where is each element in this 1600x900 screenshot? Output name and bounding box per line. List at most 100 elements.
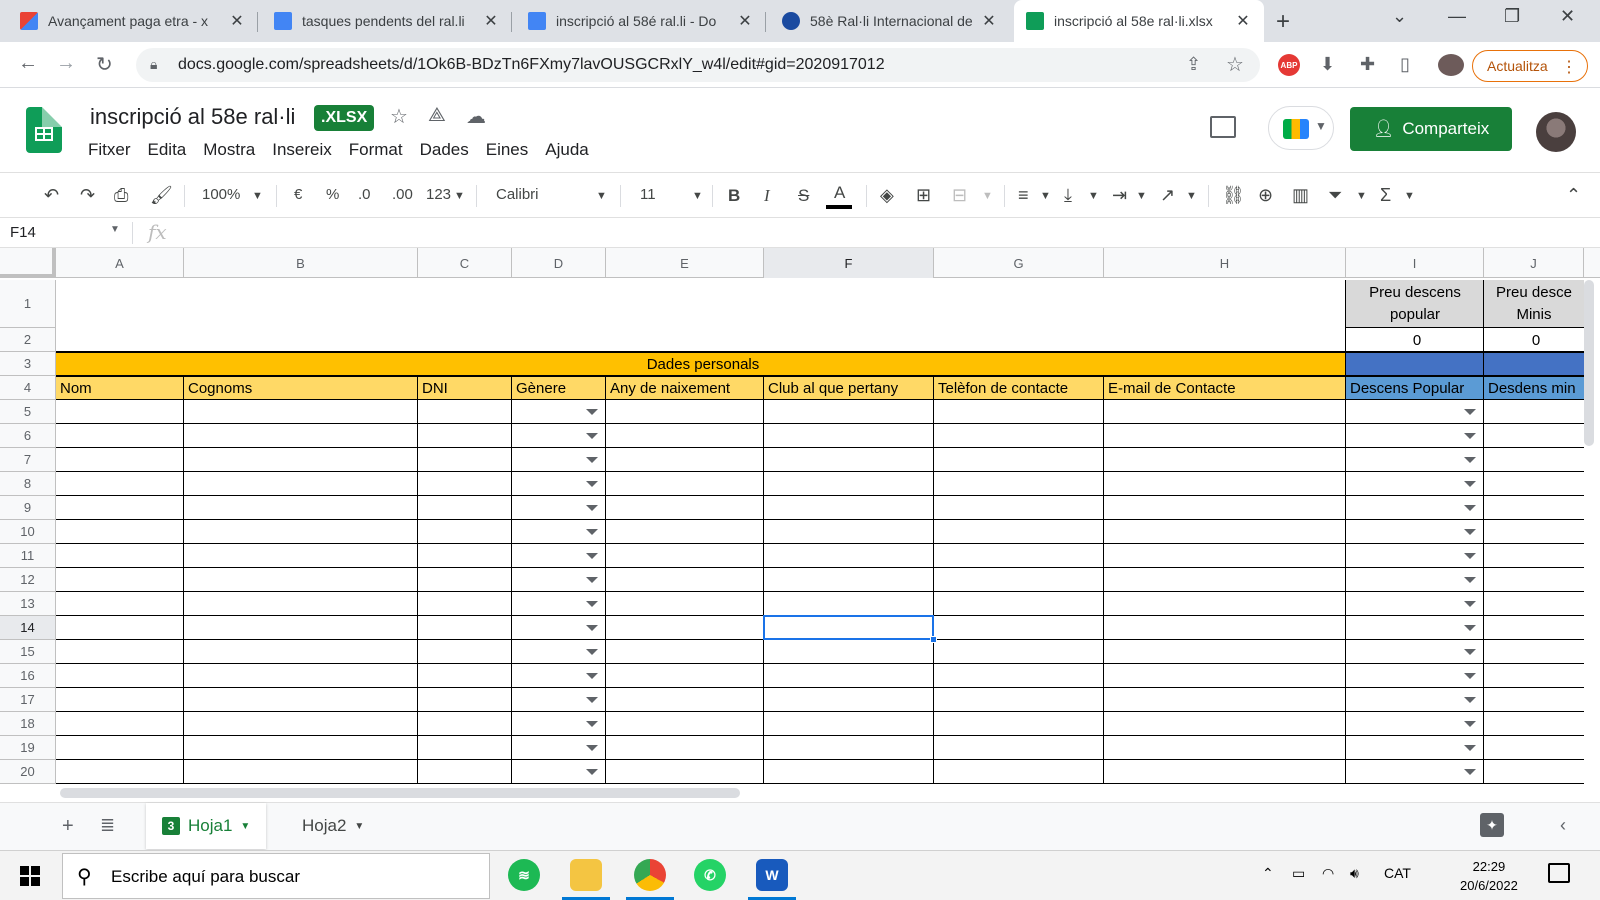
chevron-down-icon[interactable]: ▼ <box>1404 190 1415 202</box>
document-title[interactable]: inscripció al 58e ral·li <box>90 104 295 130</box>
selected-cell[interactable] <box>763 615 934 640</box>
row-header-18[interactable]: 18 <box>0 712 56 736</box>
row-header-3[interactable]: 3 <box>0 352 56 376</box>
taskbar-search[interactable]: ⚲ Escribe aquí para buscar <box>62 853 490 899</box>
currency-format[interactable]: € <box>294 186 302 203</box>
volume-icon[interactable]: 🔊︎ <box>1350 865 1359 882</box>
chevron-down-icon[interactable]: ▼ <box>240 821 250 832</box>
chevron-down-icon[interactable]: ▼ <box>110 224 120 235</box>
dropdown-arrow-icon[interactable] <box>586 433 598 439</box>
close-icon[interactable]: ✕ <box>228 11 246 31</box>
menu-help[interactable]: Ajuda <box>545 140 597 160</box>
text-wrap-icon[interactable]: ⇥ <box>1112 185 1127 206</box>
column-header-f[interactable]: F <box>764 248 934 278</box>
column-title-i[interactable]: Descens Popular <box>1346 376 1484 400</box>
share-button[interactable]: 👤︎ Comparteix <box>1350 107 1512 151</box>
chevron-down-icon[interactable]: ▼ <box>1088 190 1099 202</box>
browser-tab[interactable]: inscripció al 58é ral.li - Do ✕ <box>516 0 766 42</box>
chevron-down-icon[interactable]: ▼ <box>252 190 263 202</box>
section-header-blue[interactable] <box>1346 352 1584 376</box>
insert-link-icon[interactable]: ⛓ <box>1222 185 1245 206</box>
menu-view[interactable]: Mostra <box>203 140 264 160</box>
profile-avatar[interactable] <box>1438 54 1464 76</box>
comment-history-icon[interactable] <box>1210 116 1236 138</box>
chevron-down-icon[interactable]: ▼ <box>1356 190 1367 202</box>
url-text[interactable]: docs.google.com/spreadsheets/d/1Ok6B-BDz… <box>178 56 885 74</box>
all-sheets-icon[interactable]: ≣ <box>100 815 115 836</box>
more-menu-icon[interactable]: ⋮ <box>1561 57 1577 77</box>
bold-button[interactable]: B <box>728 186 740 206</box>
column-title-j[interactable]: Desdens min <box>1484 376 1584 400</box>
font-size-select[interactable]: 11 <box>640 186 656 203</box>
chevron-down-icon[interactable]: ▼ <box>982 190 993 202</box>
row-header-8[interactable]: 8 <box>0 472 56 496</box>
column-header-a[interactable]: A <box>56 248 184 278</box>
file-explorer-icon[interactable] <box>570 859 602 891</box>
column-header-d[interactable]: D <box>512 248 606 278</box>
dropdown-arrow-icon[interactable] <box>1464 481 1476 487</box>
print-icon[interactable]: ⎙ <box>114 185 128 206</box>
dropdown-arrow-icon[interactable] <box>586 697 598 703</box>
sheets-logo[interactable] <box>26 107 62 153</box>
wifi-icon[interactable]: ◠ <box>1322 865 1334 882</box>
menu-data[interactable]: Dades <box>420 140 478 160</box>
dropdown-arrow-icon[interactable] <box>1464 457 1476 463</box>
dropdown-arrow-icon[interactable] <box>586 529 598 535</box>
dropdown-arrow-icon[interactable] <box>586 625 598 631</box>
section-header-personal-data[interactable]: Dades personals <box>56 352 1346 376</box>
vertical-scrollbar[interactable] <box>1584 280 1594 446</box>
chevron-down-icon[interactable]: ▼ <box>454 190 465 202</box>
sheet-tab-hoja2[interactable]: Hoja2 ▼ <box>286 803 380 849</box>
bookmark-star-icon[interactable]: ☆ <box>1226 52 1244 77</box>
column-title-h[interactable]: E-mail de Contacte <box>1104 376 1346 400</box>
add-sheet-icon[interactable]: + <box>62 815 74 838</box>
row-header-20[interactable]: 20 <box>0 760 56 784</box>
dropdown-arrow-icon[interactable] <box>586 505 598 511</box>
column-title-a[interactable]: Nom <box>56 376 184 400</box>
increase-decimal[interactable]: .00 <box>392 186 413 203</box>
dropdown-arrow-icon[interactable] <box>1464 433 1476 439</box>
dropdown-arrow-icon[interactable] <box>1464 673 1476 679</box>
row-header-17[interactable]: 17 <box>0 688 56 712</box>
dropdown-arrow-icon[interactable] <box>1464 409 1476 415</box>
paint-format-icon[interactable]: 🖌︎ <box>150 185 173 206</box>
text-color-button[interactable]: A <box>834 183 845 203</box>
insert-chart-icon[interactable]: ▥ <box>1292 185 1309 206</box>
column-title-b[interactable]: Cognoms <box>184 376 418 400</box>
text-rotation-icon[interactable]: ↗ <box>1160 185 1175 206</box>
reload-icon[interactable]: ↻ <box>96 52 113 77</box>
chevron-up-icon[interactable]: ⌃ <box>1262 865 1274 882</box>
dropdown-arrow-icon[interactable] <box>586 577 598 583</box>
merge-cells-icon[interactable]: ⊟ <box>952 185 967 206</box>
dropdown-arrow-icon[interactable] <box>1464 553 1476 559</box>
chevron-down-icon[interactable]: ▼ <box>354 821 364 832</box>
cell-j1[interactable]: Preu desce Minis <box>1484 280 1584 328</box>
dropdown-arrow-icon[interactable] <box>1464 697 1476 703</box>
vertical-align-icon[interactable]: ⤓ <box>1064 185 1072 206</box>
download-icon[interactable]: ⬇ <box>1320 54 1335 75</box>
dropdown-arrow-icon[interactable] <box>1464 529 1476 535</box>
dropdown-arrow-icon[interactable] <box>1464 505 1476 511</box>
column-title-c[interactable]: DNI <box>418 376 512 400</box>
cell-j2[interactable]: 0 <box>1484 328 1584 352</box>
account-avatar[interactable] <box>1536 112 1576 152</box>
dropdown-arrow-icon[interactable] <box>586 481 598 487</box>
close-icon[interactable]: ✕ <box>482 11 500 31</box>
browser-tab[interactable]: Avançament paga etra - x ✕ <box>8 0 258 42</box>
meet-button[interactable]: ▼ <box>1268 106 1334 150</box>
select-all-corner[interactable] <box>0 248 56 278</box>
column-header-h[interactable]: H <box>1104 248 1346 278</box>
horizontal-scrollbar[interactable] <box>60 788 740 798</box>
row-header-10[interactable]: 10 <box>0 520 56 544</box>
row-header-19[interactable]: 19 <box>0 736 56 760</box>
menu-edit[interactable]: Edita <box>148 140 196 160</box>
dropdown-arrow-icon[interactable] <box>1464 601 1476 607</box>
font-select[interactable]: Calibri <box>496 186 539 203</box>
chevron-down-icon[interactable]: ▼ <box>1186 190 1197 202</box>
column-header-j[interactable]: J <box>1484 248 1584 278</box>
name-box[interactable]: F14 <box>10 224 36 241</box>
move-to-drive-icon[interactable]: ⟁ <box>428 104 446 127</box>
row-header-5[interactable]: 5 <box>0 400 56 424</box>
row-header-12[interactable]: 12 <box>0 568 56 592</box>
dropdown-arrow-icon[interactable] <box>586 769 598 775</box>
